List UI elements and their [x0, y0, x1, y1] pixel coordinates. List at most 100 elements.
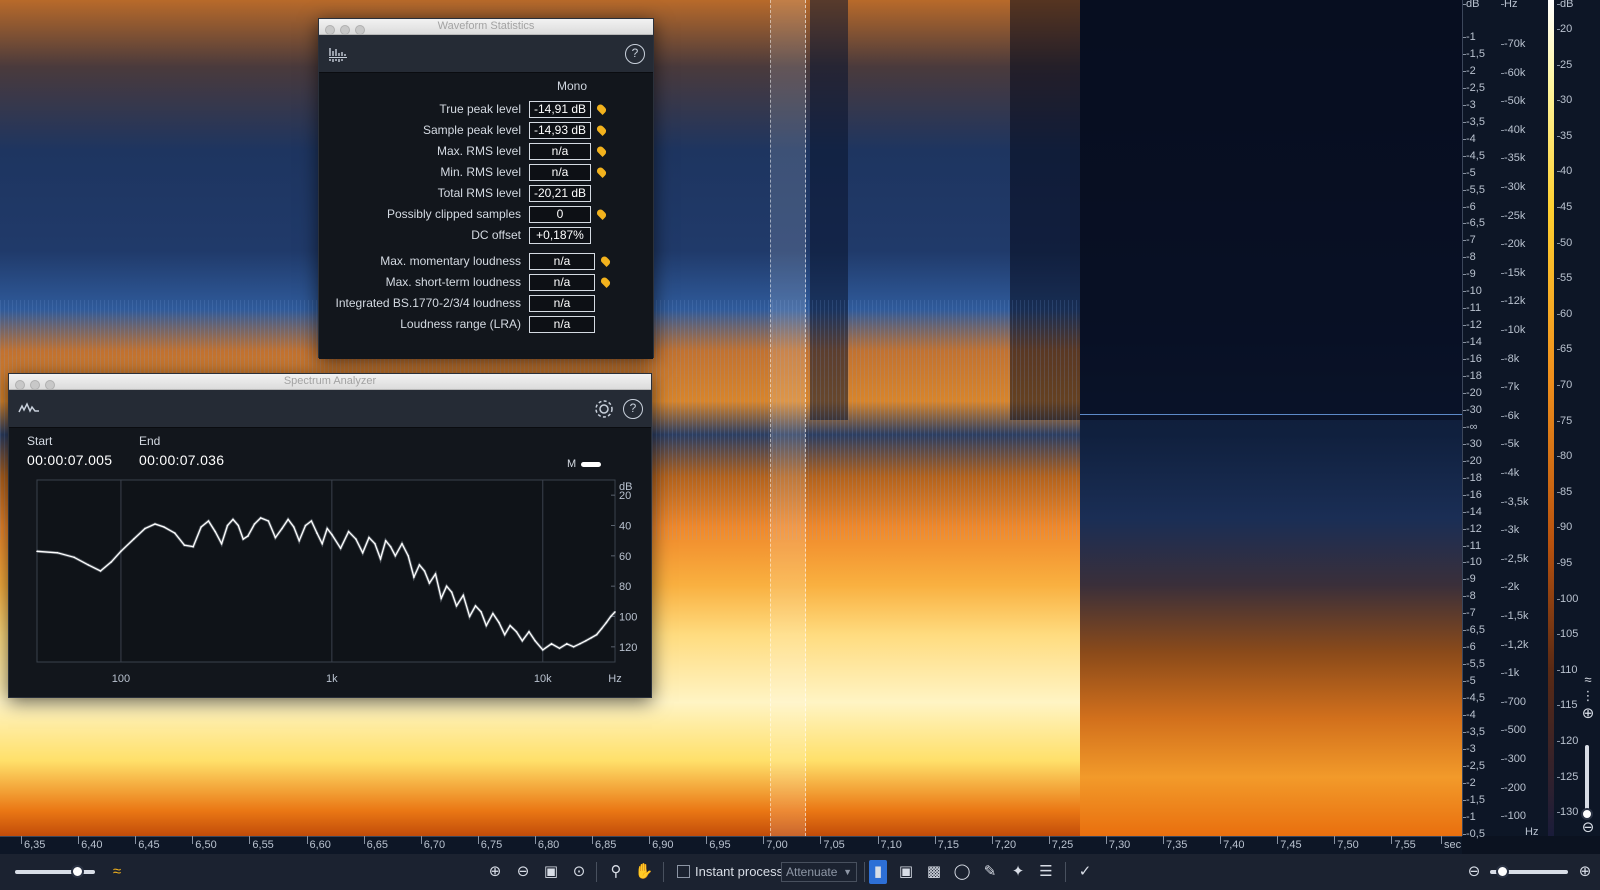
waveform-view-icon[interactable]: ⋮: [1580, 688, 1596, 704]
scale-tick-label: -2,5k: [1500, 552, 1529, 565]
amplitude-db-scale[interactable]: dB -1 -1,5 -2 -2,5 -3 -3,5 -4 -4,5 -5 -5,5 -6 -6,5 -7…: [1462, 0, 1500, 840]
zoom-to-selection-icon[interactable]: ▣: [539, 860, 563, 884]
time-tick-label: 7,05: [820, 836, 845, 851]
statistic-value[interactable]: -14,91 dB: [529, 101, 591, 118]
peak-marker-icon[interactable]: [595, 144, 608, 158]
spectrum-plot[interactable]: 100 1k 10k20406080100120dBHz: [27, 476, 637, 690]
statistic-value[interactable]: n/a: [529, 274, 595, 291]
zoom-out-horizontal-icon[interactable]: ⊖: [1462, 860, 1486, 884]
gear-icon[interactable]: [593, 398, 615, 423]
time-tick-label: 7,30: [1105, 836, 1131, 851]
time-frequency-selection-tool-icon[interactable]: ▩: [922, 860, 946, 884]
instant-process-mode-select[interactable]: Attenuate ▼: [781, 862, 857, 882]
spectrum-point: [509, 624, 511, 627]
time-tick-label: 6,85: [591, 836, 617, 851]
zoom-full-icon[interactable]: ⊙: [567, 860, 591, 884]
scale-tick-label: -9: [1463, 573, 1476, 586]
statistic-row: True peak level -14,91 dB: [319, 101, 655, 119]
spectrum-point: [287, 518, 289, 521]
find-similar-tool-icon[interactable]: ☰: [1034, 860, 1058, 884]
statistic-value[interactable]: n/a: [529, 164, 591, 181]
mono-channel-toggle[interactable]: [581, 462, 601, 467]
scale-tick-label: -5: [1463, 675, 1476, 688]
spectrum-point: [566, 643, 568, 645]
zoom-out-icon[interactable]: ⊖: [511, 860, 535, 884]
scale-tick-label: -1: [1463, 31, 1476, 43]
peak-marker-icon[interactable]: [595, 165, 608, 179]
waveform-statistics-titlebar[interactable]: Waveform Statistics: [319, 19, 653, 35]
time-tick-label: 6,80: [534, 836, 560, 851]
scale-tick-label: -70k: [1500, 38, 1526, 50]
peak-marker-icon[interactable]: [599, 254, 612, 268]
peak-marker-icon[interactable]: [599, 275, 612, 289]
help-icon[interactable]: ?: [625, 44, 645, 64]
horizontal-zoom-handle[interactable]: [71, 865, 85, 878]
playhead-cursor[interactable]: [805, 0, 806, 836]
magic-wand-tool-icon[interactable]: ✦: [1006, 860, 1030, 884]
statistic-value[interactable]: -14,93 dB: [529, 122, 591, 139]
spectrogram-view-icon[interactable]: ≈: [1580, 672, 1596, 688]
spectrum-analyzer-titlebar[interactable]: Spectrum Analyzer: [9, 374, 651, 390]
spectrum-analyzer-body: Start 00:00:07.005 End 00:00:07.036 M 10…: [9, 428, 651, 697]
spectrogram-contrast-handle[interactable]: [1495, 865, 1509, 878]
peak-marker-icon[interactable]: [595, 102, 608, 116]
zoom-in-icon[interactable]: ⊕: [483, 860, 507, 884]
spectrum-analyzer-window[interactable]: Spectrum Analyzer ? Start 00:00:07.005 E…: [8, 373, 652, 698]
statistic-value[interactable]: n/a: [529, 253, 595, 270]
scale-tick-label: -8: [1463, 590, 1476, 603]
statistic-value[interactable]: -20,21 dB: [529, 185, 591, 202]
spectrum-point: [590, 636, 593, 639]
time-tick-label: 7,25: [1048, 836, 1074, 851]
scale-tick-label: -30: [1463, 403, 1482, 416]
statistic-value[interactable]: +0,187%: [529, 227, 591, 244]
statistic-value[interactable]: n/a: [529, 316, 595, 333]
spectrum-point: [237, 524, 240, 527]
time-selection[interactable]: [770, 0, 806, 836]
help-icon[interactable]: ?: [623, 399, 643, 419]
lasso-tool-icon[interactable]: ◯: [950, 860, 974, 884]
selection-start-marker[interactable]: [770, 0, 771, 836]
waveform-center-line: [1080, 414, 1462, 415]
time-tick-label: 6,40: [78, 836, 103, 851]
statistic-value[interactable]: n/a: [529, 143, 591, 160]
scale-tick-label: -3: [1463, 98, 1476, 111]
scale-tick-label: -100: [1500, 810, 1527, 823]
time-tick-label: 6,70: [420, 836, 446, 851]
spectrum-point: [480, 611, 482, 613]
time-tick-label: 7,00: [763, 836, 788, 851]
harmonic-selection-tool-icon[interactable]: ✓: [1073, 860, 1097, 884]
spectrogram-toggle-icon[interactable]: ≈: [105, 860, 129, 884]
spectrum-point: [609, 615, 612, 618]
zoom-out-vertical-icon[interactable]: ⊖: [1580, 820, 1596, 836]
time-tick-label: 6,90: [649, 836, 674, 851]
spectrum-point: [455, 605, 458, 607]
time-ruler[interactable]: 6,35 6,40 6,45 6,50 6,55 6,60 6,65 6,70 6,75 6,80…: [0, 836, 1462, 854]
waveform-statistics-window[interactable]: Waveform Statistics ? Mono True peak lev…: [318, 18, 655, 359]
instant-process-checkbox[interactable]: [677, 865, 690, 878]
spectrum-point: [293, 526, 295, 528]
hand-tool-icon[interactable]: ✋: [632, 860, 656, 884]
vertical-zoom-slider[interactable]: [1585, 745, 1589, 817]
peak-marker-icon[interactable]: [595, 207, 608, 221]
frequency-selection-tool-icon[interactable]: ▣: [894, 860, 918, 884]
scale-tick-label: -12: [1463, 319, 1482, 332]
zoom-in-vertical-icon[interactable]: ⊕: [1580, 706, 1596, 722]
peak-marker-icon[interactable]: [595, 123, 608, 137]
scale-tick-label: -6,5: [1463, 217, 1485, 230]
statistic-value[interactable]: n/a: [529, 295, 595, 312]
zoom-in-horizontal-icon[interactable]: ⊕: [1573, 860, 1597, 884]
scale-tick-label: -∞: [1463, 420, 1478, 433]
scale-tick-label: -40k: [1500, 123, 1526, 136]
db-tick-label: 100: [619, 612, 637, 624]
time-tick-label: 6,75: [477, 836, 503, 851]
statistic-value[interactable]: 0: [529, 206, 591, 223]
zoom-tool-icon[interactable]: ⚲: [604, 860, 628, 884]
frequency-hz-scale[interactable]: Hz -70k -60k -50k -40k -35k -30k -25k -20k -15k -1…: [1500, 0, 1548, 836]
scale-tick-label: -14: [1463, 336, 1482, 349]
scale-tick-label: -5k: [1500, 438, 1520, 451]
statistic-label: Possibly clipped samples: [386, 207, 521, 221]
brush-tool-icon[interactable]: ✎: [978, 860, 1002, 884]
toolbar-divider: [864, 862, 865, 882]
time-selection-tool-icon[interactable]: ▮: [869, 860, 887, 884]
vertical-zoom-handle[interactable]: [1581, 808, 1593, 820]
